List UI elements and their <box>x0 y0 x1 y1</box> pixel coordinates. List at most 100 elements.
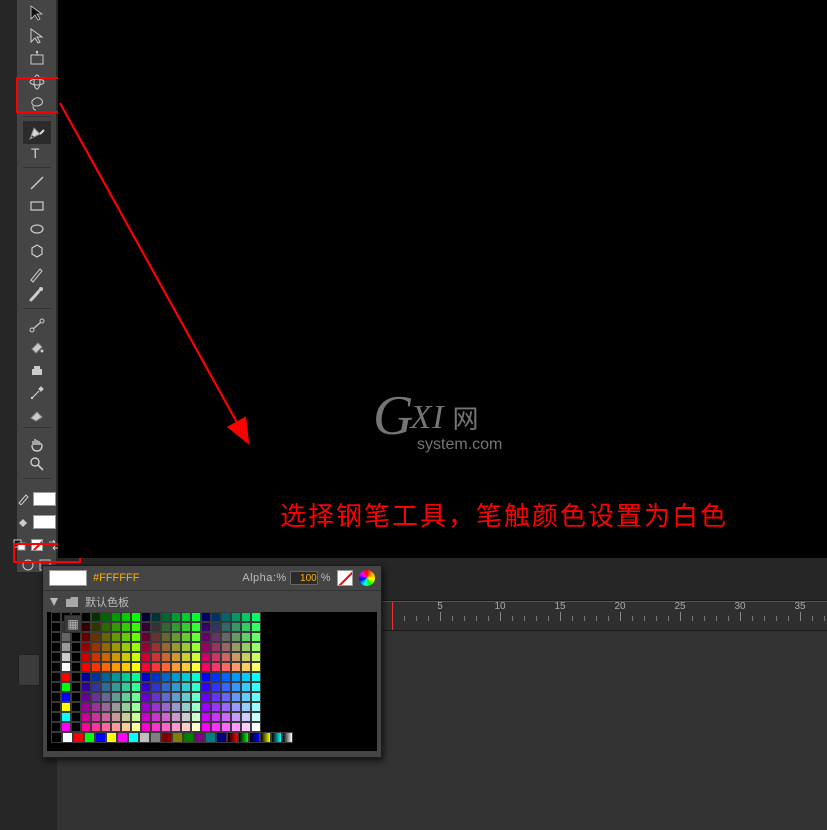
color-swatch[interactable] <box>241 662 251 672</box>
no-color-icon[interactable] <box>30 538 44 552</box>
color-swatch[interactable] <box>121 712 131 722</box>
3d-rotation-tool-icon[interactable] <box>23 70 51 93</box>
color-swatch[interactable] <box>84 732 95 743</box>
alpha-input[interactable] <box>290 571 318 585</box>
color-swatch[interactable] <box>161 642 171 652</box>
color-swatch[interactable] <box>71 652 81 662</box>
color-swatch[interactable] <box>241 692 251 702</box>
color-swatch[interactable] <box>71 662 81 672</box>
color-swatch[interactable] <box>111 672 121 682</box>
color-swatch[interactable] <box>201 702 211 712</box>
color-swatch[interactable] <box>101 632 111 642</box>
color-swatch[interactable] <box>117 732 128 743</box>
color-swatch[interactable] <box>171 612 181 622</box>
color-swatch[interactable] <box>191 682 201 692</box>
color-swatch[interactable] <box>161 662 171 672</box>
color-swatch[interactable] <box>251 632 261 642</box>
color-swatch[interactable] <box>161 732 172 743</box>
gradient-swatch[interactable] <box>249 732 260 743</box>
color-swatch[interactable] <box>91 702 101 712</box>
color-swatch[interactable] <box>211 622 221 632</box>
color-swatch[interactable] <box>201 652 211 662</box>
lasso-tool-icon[interactable] <box>23 93 51 117</box>
color-swatch[interactable] <box>71 672 81 682</box>
color-swatch[interactable] <box>91 612 101 622</box>
color-swatch[interactable] <box>91 642 101 652</box>
color-swatch[interactable] <box>241 632 251 642</box>
color-swatch[interactable] <box>221 722 231 732</box>
color-swatch[interactable] <box>151 662 161 672</box>
color-swatch[interactable] <box>201 722 211 732</box>
color-swatch[interactable] <box>141 672 151 682</box>
color-swatch[interactable] <box>121 652 131 662</box>
color-swatch[interactable] <box>251 692 261 702</box>
ink-bottle-tool-icon[interactable] <box>23 359 51 382</box>
color-swatch[interactable] <box>211 642 221 652</box>
hex-value[interactable]: #FFFFFF <box>93 572 236 584</box>
color-swatch[interactable] <box>121 612 131 622</box>
color-swatch[interactable] <box>161 682 171 692</box>
color-swatch[interactable] <box>151 692 161 702</box>
color-swatch[interactable] <box>181 682 191 692</box>
color-swatch[interactable] <box>141 632 151 642</box>
color-swatch[interactable] <box>81 642 91 652</box>
color-swatch[interactable] <box>131 682 141 692</box>
subselection-tool-icon[interactable] <box>23 25 51 48</box>
color-swatch[interactable] <box>91 652 101 662</box>
disclosure-triangle-icon[interactable] <box>49 597 59 607</box>
color-swatch[interactable] <box>141 662 151 672</box>
color-swatch[interactable] <box>131 662 141 672</box>
color-swatch[interactable] <box>91 632 101 642</box>
color-swatch[interactable] <box>71 722 81 732</box>
color-swatch[interactable] <box>71 682 81 692</box>
color-swatch[interactable] <box>111 612 121 622</box>
color-swatch[interactable] <box>81 682 91 692</box>
color-swatch[interactable] <box>61 642 71 652</box>
color-swatch[interactable] <box>61 632 71 642</box>
color-swatch[interactable] <box>111 632 121 642</box>
line-tool-icon[interactable] <box>23 172 51 195</box>
color-swatch[interactable] <box>51 632 61 642</box>
color-swatch[interactable] <box>91 682 101 692</box>
color-swatch[interactable] <box>191 622 201 632</box>
color-swatch[interactable] <box>181 612 191 622</box>
gradient-swatch[interactable] <box>260 732 271 743</box>
color-swatch[interactable] <box>51 662 61 672</box>
color-swatch[interactable] <box>251 622 261 632</box>
color-swatch[interactable] <box>121 622 131 632</box>
color-swatch[interactable] <box>231 612 241 622</box>
color-swatch[interactable] <box>221 632 231 642</box>
color-swatch[interactable] <box>181 712 191 722</box>
color-swatch[interactable] <box>171 702 181 712</box>
color-swatch[interactable] <box>141 652 151 662</box>
color-swatch[interactable] <box>91 712 101 722</box>
color-swatch[interactable] <box>51 652 61 662</box>
color-swatch[interactable] <box>111 712 121 722</box>
color-swatch[interactable] <box>81 692 91 702</box>
color-swatch[interactable] <box>71 702 81 712</box>
color-swatch[interactable] <box>131 652 141 662</box>
current-color-swatch[interactable] <box>49 570 87 586</box>
color-swatch[interactable] <box>73 732 84 743</box>
color-wheel-button[interactable] <box>359 570 375 586</box>
color-swatch[interactable] <box>101 622 111 632</box>
gradient-swatch[interactable] <box>271 732 282 743</box>
color-swatch[interactable] <box>241 652 251 662</box>
color-swatch[interactable] <box>51 672 61 682</box>
selection-tool-icon[interactable] <box>23 2 51 25</box>
color-swatch[interactable] <box>201 622 211 632</box>
color-swatch[interactable] <box>101 612 111 622</box>
fill-color-swatch[interactable] <box>33 515 56 529</box>
color-swatch[interactable] <box>241 702 251 712</box>
color-swatch[interactable] <box>211 632 221 642</box>
color-swatch[interactable] <box>211 692 221 702</box>
color-swatch[interactable] <box>181 632 191 642</box>
default-colors-icon[interactable] <box>13 538 27 552</box>
color-swatch[interactable] <box>221 622 231 632</box>
color-swatch[interactable] <box>81 632 91 642</box>
color-swatch[interactable] <box>131 672 141 682</box>
color-swatch[interactable] <box>151 622 161 632</box>
color-swatch[interactable] <box>101 692 111 702</box>
color-swatch[interactable] <box>211 712 221 722</box>
color-swatch[interactable] <box>81 672 91 682</box>
